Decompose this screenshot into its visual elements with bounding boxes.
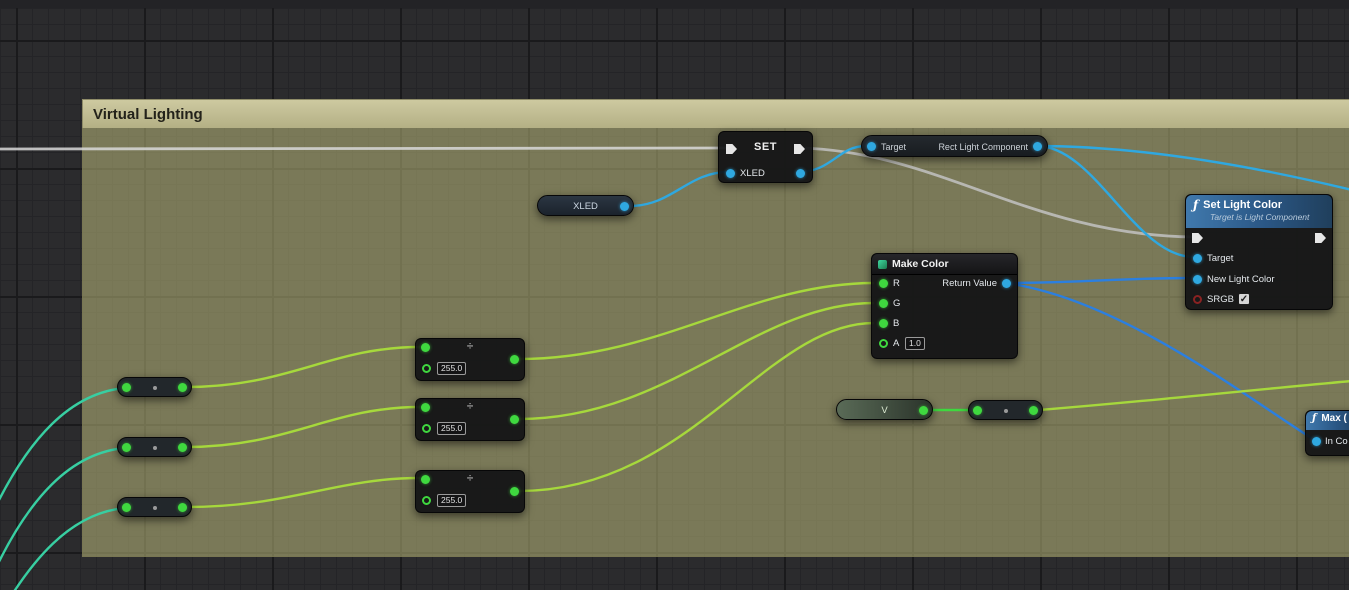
max-node[interactable]: ƒ Max ( In Co	[1305, 410, 1349, 456]
divisor-field[interactable]: 255.0	[437, 494, 466, 507]
divisor-pin[interactable]	[422, 424, 431, 433]
return-value-pin[interactable]	[1002, 279, 1011, 288]
new-light-color-pin[interactable]	[1193, 275, 1202, 284]
wire-xled-to-set[interactable]	[630, 172, 728, 206]
wire-divide2-to-g[interactable]	[519, 303, 874, 419]
b-pin[interactable]	[879, 319, 888, 328]
get-rect-light-component-node[interactable]: Target Rect Light Component	[861, 135, 1048, 157]
divide-node-r[interactable]: ÷ 255.0	[415, 338, 525, 381]
reroute-in-pin[interactable]	[122, 443, 131, 452]
xled-output-pin[interactable]	[796, 169, 805, 178]
wire-layer	[0, 0, 1349, 590]
xled-getter-output-pin[interactable]	[620, 202, 629, 211]
srgb-checkbox[interactable]: ✓	[1238, 293, 1250, 305]
wire-exec-in[interactable]	[0, 148, 726, 149]
b-label: B	[893, 318, 899, 329]
set-light-color-header[interactable]: ƒ Set Light Color Target is Light Compon…	[1186, 195, 1332, 228]
max-node-header[interactable]: ƒ Max (	[1306, 411, 1349, 430]
reroute-dot	[153, 386, 157, 390]
reroute-in-pin[interactable]	[973, 406, 982, 415]
r-label: R	[893, 278, 900, 289]
reroute-out-pin[interactable]	[178, 383, 187, 392]
max-node-title: Max (	[1321, 413, 1347, 424]
reroute-dot	[153, 506, 157, 510]
function-icon: ƒ	[1193, 198, 1198, 212]
rectlight-output-pin[interactable]	[1033, 142, 1042, 151]
srgb-pin[interactable]	[1193, 295, 1202, 304]
divisor-pin[interactable]	[422, 496, 431, 505]
wire-teal-r[interactable]	[0, 388, 126, 510]
xled-input-label: XLED	[740, 168, 765, 179]
in-color-label: In Co	[1325, 436, 1348, 447]
set-xled-node[interactable]: SET XLED	[718, 131, 813, 183]
set-light-color-node[interactable]: ƒ Set Light Color Target is Light Compon…	[1185, 194, 1333, 310]
v-getter-output-pin[interactable]	[919, 406, 928, 415]
wire-teal-b[interactable]	[0, 508, 126, 590]
in-color-pin[interactable]	[1312, 437, 1321, 446]
wire-divide3-to-b[interactable]	[519, 323, 874, 491]
rectlight-output-label: Rect Light Component	[938, 142, 1028, 153]
g-pin[interactable]	[879, 299, 888, 308]
blueprint-graph-canvas[interactable]: Virtual Lighting SET XLED XL	[0, 0, 1349, 590]
result-pin[interactable]	[510, 415, 519, 424]
struct-icon	[878, 260, 887, 269]
wire-divide1-to-r[interactable]	[519, 283, 874, 359]
wire-g-to-divide2[interactable]	[186, 407, 420, 447]
v-getter-label: V	[837, 405, 932, 416]
rectlight-target-label: Target	[881, 142, 906, 153]
rectlight-target-pin[interactable]	[867, 142, 876, 151]
reroute-dot	[1004, 409, 1008, 413]
return-value-label: Return Value	[942, 278, 997, 289]
target-label: Target	[1207, 253, 1233, 264]
reroute-node-g[interactable]	[117, 437, 192, 457]
set-light-color-title: Set Light Color	[1203, 199, 1282, 211]
xled-getter-node[interactable]: XLED	[537, 195, 634, 216]
xled-input-pin[interactable]	[726, 169, 735, 178]
v-getter-node[interactable]: V	[836, 399, 933, 420]
divide-node-b[interactable]: ÷ 255.0	[415, 470, 525, 513]
reroute-in-pin[interactable]	[122, 383, 131, 392]
reroute-out-pin[interactable]	[178, 503, 187, 512]
divide-operator: ÷	[416, 399, 524, 414]
exec-out-pin[interactable]	[1315, 233, 1326, 243]
make-color-title: Make Color	[892, 258, 949, 270]
divisor-field[interactable]: 255.0	[437, 362, 466, 375]
reroute-out-pin[interactable]	[1029, 406, 1038, 415]
wire-makecolor-to-newlightcolor[interactable]	[1006, 278, 1192, 283]
wire-knot-offscreen-right[interactable]	[1039, 381, 1349, 410]
xled-getter-label: XLED	[538, 201, 633, 212]
function-icon: ƒ	[1312, 413, 1316, 424]
reroute-out-pin[interactable]	[178, 443, 187, 452]
reroute-in-pin[interactable]	[122, 503, 131, 512]
wire-rectlight-to-slc-target[interactable]	[1037, 146, 1194, 257]
wire-b-to-divide3[interactable]	[186, 478, 420, 507]
divide-operator: ÷	[416, 471, 524, 486]
result-pin[interactable]	[510, 487, 519, 496]
target-pin[interactable]	[1193, 254, 1202, 263]
exec-in-pin[interactable]	[1192, 233, 1203, 243]
make-color-node[interactable]: Make Color R G B A 1.0 Return Value	[871, 253, 1018, 359]
divide-operator: ÷	[416, 339, 524, 354]
new-light-color-label: New Light Color	[1207, 274, 1275, 285]
r-pin[interactable]	[879, 279, 888, 288]
make-color-header[interactable]: Make Color	[872, 254, 1017, 275]
srgb-label: SRGB	[1207, 294, 1234, 305]
wire-r-to-divide1[interactable]	[186, 347, 420, 387]
reroute-node-r[interactable]	[117, 377, 192, 397]
reroute-dot	[153, 446, 157, 450]
a-pin[interactable]	[879, 339, 888, 348]
a-value-field[interactable]: 1.0	[905, 337, 925, 350]
divisor-field[interactable]: 255.0	[437, 422, 466, 435]
g-label: G	[893, 298, 900, 309]
a-label: A	[893, 338, 899, 349]
divide-node-g[interactable]: ÷ 255.0	[415, 398, 525, 441]
result-pin[interactable]	[510, 355, 519, 364]
divisor-pin[interactable]	[422, 364, 431, 373]
set-light-color-subtitle: Target is Light Component	[1210, 212, 1325, 222]
reroute-node-v[interactable]	[968, 400, 1043, 420]
reroute-node-b[interactable]	[117, 497, 192, 517]
